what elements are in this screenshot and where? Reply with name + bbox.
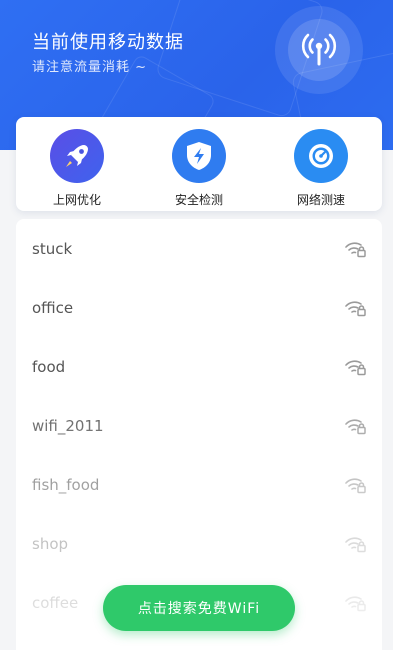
wifi-list-item[interactable]: office — [16, 278, 382, 337]
wifi-name: food — [32, 357, 66, 376]
wifi-list-item[interactable]: fish_food — [16, 455, 382, 514]
wifi-lock-icon — [345, 477, 366, 493]
wifi-list-item[interactable]: wifi_2011 — [16, 396, 382, 455]
speedometer-icon — [294, 129, 348, 183]
tool-security-check[interactable]: 安全检测 — [149, 129, 249, 208]
tools-card: 上网优化 安全检测 网络测速 — [16, 117, 382, 211]
connection-status-subtitle: 请注意流量消耗 ~ — [32, 60, 148, 75]
tool-label: 上网优化 — [52, 193, 101, 207]
wifi-name: stuck — [32, 239, 73, 258]
tool-label: 网络测速 — [296, 193, 345, 207]
rocket-icon — [50, 129, 104, 183]
wifi-lock-icon — [345, 359, 366, 375]
search-free-wifi-button[interactable]: 点击搜索免费WiFi — [103, 585, 295, 631]
wifi-name: wifi_2011 — [32, 416, 104, 435]
screen: 当前使用移动数据 请注意流量消耗 ~ 上网优化 安全检测 网络测速 stuck … — [0, 0, 393, 650]
wifi-name: office — [32, 298, 74, 317]
shield-lightning-icon — [172, 129, 226, 183]
tool-network-optimize[interactable]: 上网优化 — [27, 129, 127, 208]
wifi-lock-icon — [345, 595, 366, 611]
wifi-list-item[interactable]: shop — [16, 514, 382, 573]
wifi-lock-icon — [345, 418, 366, 434]
wifi-list-item[interactable]: food — [16, 337, 382, 396]
wifi-lock-icon — [345, 300, 366, 316]
wifi-list-item[interactable]: stuck — [16, 219, 382, 278]
wifi-lock-icon — [345, 241, 366, 257]
tool-speed-test[interactable]: 网络测速 — [271, 129, 371, 208]
wifi-lock-icon — [345, 536, 366, 552]
wifi-name: fish_food — [32, 475, 100, 494]
antenna-icon — [301, 33, 337, 66]
wifi-name: shop — [32, 534, 69, 553]
signal-button[interactable] — [275, 6, 363, 94]
wifi-name: coffee — [32, 593, 79, 612]
connection-status-title: 当前使用移动数据 — [32, 32, 184, 53]
tool-label: 安全检测 — [174, 193, 223, 207]
